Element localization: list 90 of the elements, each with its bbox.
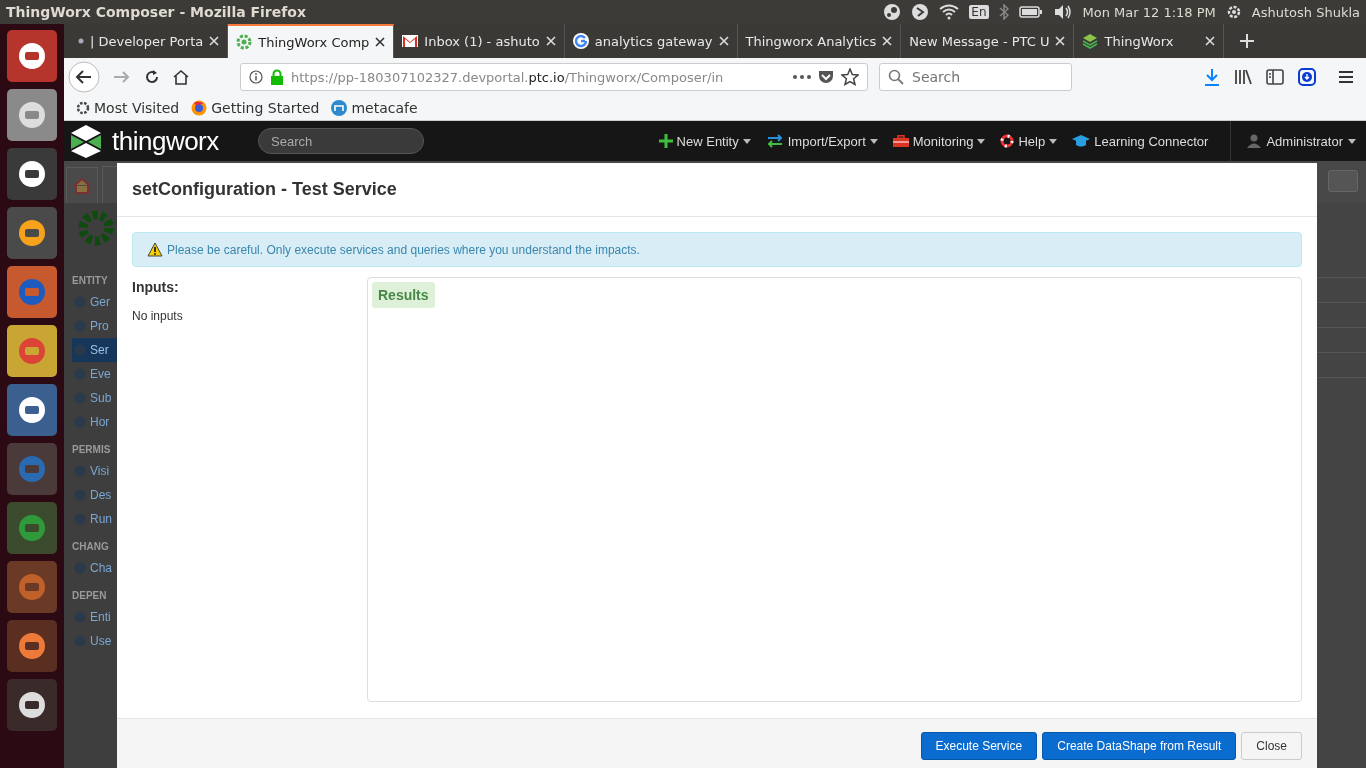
bluetooth-icon[interactable] [998, 4, 1009, 20]
layers-icon [1082, 33, 1099, 49]
toolbox-icon [892, 135, 909, 147]
logo-text: thingworx [112, 125, 219, 157]
menu-icon[interactable] [1338, 70, 1354, 84]
menu-item[interactable]: Learning Connector [1072, 133, 1209, 149]
section-header: ENTITY [72, 275, 109, 286]
clock[interactable]: Mon Mar 12 1:18 PM [1082, 4, 1216, 20]
battery-icon[interactable] [1018, 5, 1043, 19]
bookmark[interactable]: Getting Started [191, 100, 320, 116]
sidebar-item[interactable]: Hor [72, 410, 117, 434]
sidebar-item[interactable]: Cha [72, 556, 117, 580]
warning-icon [147, 242, 163, 257]
dialog-button[interactable]: Execute Service [920, 732, 1038, 760]
inputs-heading: Inputs: [132, 279, 180, 295]
graduation-cap-icon [1072, 134, 1091, 148]
lifebuoy-icon [1000, 134, 1015, 148]
keyboard-indicator[interactable]: En [969, 5, 989, 19]
sidebar-item[interactable]: Use [72, 629, 117, 653]
section-header: DEPEN [72, 590, 108, 601]
address-bar[interactable]: https://pp-180307102327.devportal.ptc.io/Thingworx/Composer/in [240, 63, 868, 91]
lock-icon [270, 69, 284, 85]
reload-icon[interactable] [144, 69, 160, 85]
user-name[interactable]: Ashutosh Shukla [1251, 4, 1360, 20]
envelope-icon [402, 35, 419, 47]
gear-icon [77, 209, 115, 247]
home-icon[interactable] [173, 69, 189, 85]
app-launcher-icon[interactable] [7, 30, 57, 82]
dot-icon [78, 38, 84, 44]
power-icon[interactable] [1225, 4, 1242, 20]
caret-icon [742, 138, 751, 144]
caret-icon [977, 138, 986, 144]
plus-icon [658, 134, 673, 148]
sidebar-item[interactable]: Visi [72, 459, 117, 483]
back-icon[interactable] [68, 61, 100, 93]
app-launcher-icon[interactable] [7, 148, 57, 200]
menu-item[interactable]: Import/Export [765, 133, 878, 149]
menu-item[interactable]: New Entity [658, 133, 751, 149]
dialog-button[interactable]: Close [1241, 732, 1302, 760]
dialog-title: setConfiguration - Test Service [132, 179, 397, 200]
results-label: Results [372, 282, 435, 308]
caret-icon [869, 138, 878, 144]
sidebar-item[interactable]: Pro [72, 314, 117, 338]
sidebar-item[interactable]: Sub [72, 386, 117, 410]
app-launcher-icon[interactable] [7, 384, 57, 436]
download-icon[interactable] [1298, 68, 1316, 86]
circle-logo-icon [572, 33, 589, 49]
bookmark[interactable]: metacafe [331, 100, 418, 116]
arrows-icon [765, 134, 784, 148]
section-header: PERMIS [72, 444, 112, 455]
pocket-icon[interactable] [818, 70, 834, 84]
wifi-icon[interactable] [939, 4, 960, 20]
close-icon[interactable] [375, 37, 386, 47]
sidebar-item[interactable]: Enti [72, 605, 117, 629]
app-launcher-icon[interactable] [7, 679, 57, 731]
bookmark-icon [331, 100, 348, 116]
bookmark[interactable]: Most Visited [76, 100, 180, 116]
inputs-text: No inputs [132, 309, 184, 323]
user-icon [1247, 134, 1262, 148]
library-icon[interactable] [1234, 69, 1252, 85]
download-icon[interactable] [1204, 68, 1220, 86]
more-icon[interactable] [793, 75, 811, 79]
sidebar-item[interactable]: Run [72, 507, 117, 531]
status-icon[interactable] [911, 3, 930, 21]
menu-item[interactable]: Help [1000, 133, 1058, 149]
warning-text: Please be careful. Only execute services and queries where you understand the impacts. [167, 242, 640, 257]
volume-icon[interactable] [1052, 4, 1073, 20]
sidebar-icon[interactable] [1266, 69, 1284, 85]
window-title: ThingWorx Composer - Mozilla Firefox [6, 4, 306, 20]
info-icon[interactable] [249, 70, 263, 84]
search-icon [888, 69, 904, 85]
star-icon[interactable] [841, 68, 859, 86]
browser-tab[interactable]: ThingWorx Comp [228, 24, 395, 58]
globe-icon [191, 100, 208, 116]
caret-icon [1049, 138, 1058, 144]
search-field[interactable]: Search [258, 128, 424, 154]
new-tab-icon[interactable] [1240, 34, 1255, 48]
sidebar-item[interactable]: Ger [72, 290, 117, 314]
dialog-button[interactable]: Create DataShape from Result [1042, 732, 1237, 760]
gear-icon [76, 101, 90, 115]
sidebar-item[interactable]: Des [72, 483, 117, 507]
logo-icon [70, 124, 102, 158]
house-icon [73, 176, 91, 195]
sidebar-item[interactable]: Eve [72, 362, 117, 386]
steam-icon[interactable] [883, 3, 902, 21]
menu-item[interactable]: Monitoring [892, 133, 986, 149]
section-header: CHANG [72, 541, 110, 552]
gear-icon [236, 34, 253, 50]
sidebar-item[interactable]: Ser [72, 338, 117, 362]
caret-icon [1348, 138, 1356, 144]
